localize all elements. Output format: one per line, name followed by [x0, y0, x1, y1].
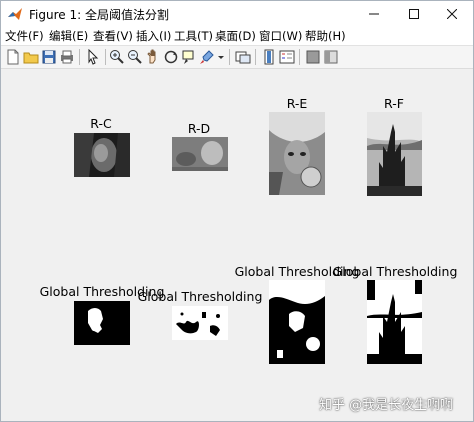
title-bar[interactable]: Figure 1: 全局阈值法分割 — [1, 1, 473, 27]
pointer-icon[interactable] — [85, 49, 101, 65]
image-rd — [172, 137, 228, 171]
toolbar-separator — [229, 49, 230, 65]
toolbar-separator — [79, 49, 80, 65]
pan-icon[interactable] — [145, 49, 161, 65]
open-file-icon[interactable] — [23, 49, 39, 65]
maximize-button[interactable] — [397, 1, 431, 27]
rotate-3d-icon[interactable] — [163, 49, 179, 65]
hide-plot-tools-icon[interactable] — [305, 49, 321, 65]
print-icon[interactable] — [59, 49, 75, 65]
window-title: Figure 1: 全局阈值法分割 — [29, 8, 169, 22]
toolbar-separator — [299, 49, 300, 65]
image-rc — [74, 133, 130, 177]
plot-title-rd: R-D — [187, 121, 211, 136]
plot-title-rf: R-F — [384, 96, 404, 111]
plot-title-re: R-E — [286, 96, 308, 111]
binary-image-rd — [172, 306, 228, 340]
minimize-button[interactable] — [357, 1, 391, 27]
menu-insert[interactable]: 插入(I) — [136, 28, 171, 44]
toolbar-separator — [105, 49, 106, 65]
binary-image-re — [269, 280, 325, 364]
brush-icon[interactable] — [199, 49, 215, 65]
binary-image-rf — [367, 280, 422, 364]
maximize-icon — [409, 9, 419, 19]
menu-bar: 文件(F) 编辑(E) 查看(V) 插入(I) 工具(T) 桌面(D) 窗口(W… — [1, 27, 473, 46]
legend-icon[interactable] — [279, 49, 295, 65]
menu-window[interactable]: 窗口(W) — [259, 28, 302, 44]
menu-file[interactable]: 文件(F) — [5, 28, 44, 44]
image-re — [269, 112, 325, 195]
data-cursor-icon[interactable] — [181, 49, 197, 65]
matlab-logo-icon — [8, 8, 22, 20]
menu-tools[interactable]: 工具(T) — [174, 28, 213, 44]
figure-window: Figure 1: 全局阈值法分割 文件(F) 编辑(E) 查看(V) 插入(I… — [0, 0, 474, 422]
plot-title-threshold-4: Global Thresholding — [332, 264, 458, 279]
watermark-text: 知乎 @我是长夜生啊啊 — [319, 398, 454, 413]
binary-image-rc — [74, 301, 130, 345]
image-rf — [367, 112, 422, 196]
link-plot-icon[interactable] — [235, 49, 251, 65]
colorbar-icon[interactable] — [261, 49, 277, 65]
figure-canvas: R-C R-D R-E R-F Global Thresholding Glob… — [1, 69, 473, 421]
menu-help[interactable]: 帮助(H) — [305, 28, 346, 44]
new-figure-icon[interactable] — [5, 49, 21, 65]
zoom-out-icon[interactable] — [127, 49, 143, 65]
plot-title-rc: R-C — [90, 116, 112, 131]
brush-dropdown-icon[interactable] — [217, 49, 225, 65]
menu-edit[interactable]: 编辑(E) — [49, 28, 88, 44]
show-plot-tools-icon[interactable] — [323, 49, 339, 65]
toolbar-separator — [255, 49, 256, 65]
zoom-in-icon[interactable] — [109, 49, 125, 65]
close-button[interactable] — [435, 1, 469, 27]
figure-toolbar — [1, 46, 473, 69]
plot-title-threshold-2: Global Thresholding — [137, 289, 263, 304]
minimize-icon — [369, 13, 379, 15]
save-icon[interactable] — [41, 49, 57, 65]
close-icon — [447, 9, 457, 19]
menu-desktop[interactable]: 桌面(D) — [215, 28, 256, 44]
menu-view[interactable]: 查看(V) — [93, 28, 133, 44]
